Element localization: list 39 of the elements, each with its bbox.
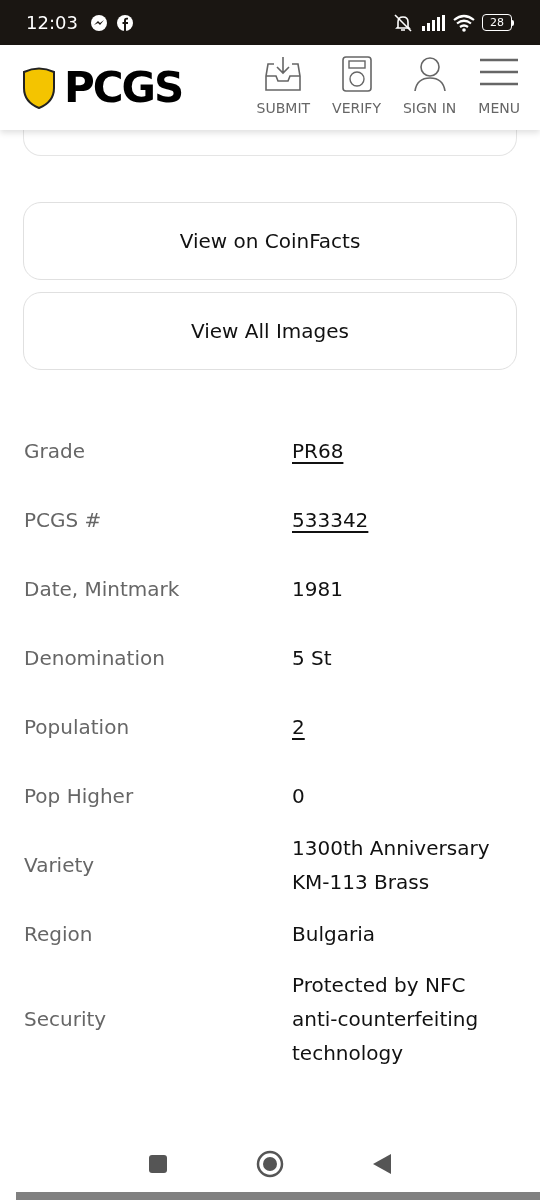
outline-button[interactable]: View on CoinFacts [23, 202, 517, 280]
field-link[interactable]: PR68 [292, 433, 516, 468]
inbox-download-icon [264, 56, 303, 92]
field-label: Pop Higher [24, 782, 135, 810]
field-label: Denomination [24, 644, 166, 672]
nav-button[interactable]: MENU [478, 56, 520, 119]
field-link[interactable]: 533342 [292, 502, 516, 537]
pcgs-logo[interactable]: PCGS [22, 65, 183, 110]
user-icon [412, 56, 447, 92]
shield-icon [22, 65, 56, 110]
outline-button[interactable]: View All Images [23, 292, 517, 370]
field-label: Grade [24, 437, 86, 465]
field-label: Population [24, 713, 131, 741]
facebook-icon [115, 13, 134, 32]
field-label: Variety [24, 851, 96, 879]
field-value: 1981 [292, 575, 344, 603]
clock: 12:03 [26, 11, 78, 35]
messenger-icon [89, 13, 108, 32]
field-label: Date, Mintmark [24, 575, 181, 603]
field-value: 0 [292, 782, 306, 810]
nav-button[interactable]: SIGN IN [402, 56, 457, 119]
back-button[interactable] [372, 1153, 392, 1175]
field-label: PCGS # [24, 506, 103, 534]
signal-icon [422, 14, 446, 31]
nav-button[interactable]: VERIFY [332, 56, 381, 119]
field-link[interactable]: 2 [292, 709, 516, 744]
wifi-icon [452, 13, 476, 32]
field-label: Region [24, 920, 94, 948]
nav-button[interactable]: SUBMIT [256, 56, 311, 119]
home-button[interactable] [256, 1150, 284, 1178]
battery-icon: 28 [482, 14, 514, 31]
field-value: 5 St [292, 644, 333, 672]
field-value: Bulgaria [292, 920, 376, 948]
field-value: Protected by NFC anti-counterfeiting technology [292, 972, 480, 1067]
muted-bell-icon [392, 12, 414, 33]
device-icon [341, 56, 372, 92]
recents-button[interactable] [148, 1154, 168, 1174]
field-label: Security [24, 1006, 108, 1033]
field-value: 1300th Anniversary KM-113 Brass [292, 834, 491, 896]
